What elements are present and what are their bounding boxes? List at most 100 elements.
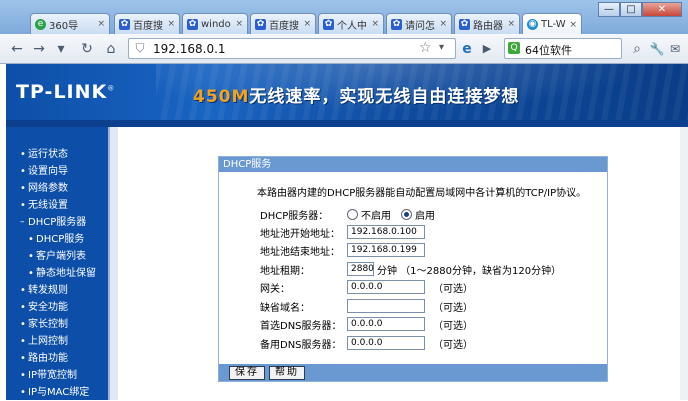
gateway-row: 网关： 0.0.0.0 （可选） (260, 279, 473, 295)
search-input[interactable]: 64位软件 (525, 42, 572, 58)
tab-baidu-search-1[interactable]: ✿ 百度搜 × (114, 13, 180, 34)
dhcp-panel: DHCP服务 本路由器内建的DHCP服务器能自动配置局域网中各计算机的TCP/I… (218, 156, 608, 382)
dns2-input[interactable]: 0.0.0.0 (347, 336, 425, 350)
dns2-row: 备用DNS服务器： 0.0.0.0 （可选） (260, 335, 473, 351)
ie-mode-icon[interactable]: e (458, 40, 476, 58)
menu-item-wireless[interactable]: • 无线设置 (6, 197, 108, 214)
360-icon: e (35, 18, 46, 30)
menu-item-parental-control[interactable]: • 家长控制 (6, 316, 108, 333)
bookmark-star-icon[interactable]: ☆ (419, 40, 432, 56)
tab-tl-wr[interactable]: ◉ TL-W × (522, 13, 582, 35)
panel-intro: 本路由器内建的DHCP服务器能自动配置局域网中各计算机的TCP/IP协议。 (257, 188, 587, 199)
tab-label: 360导 (49, 20, 79, 32)
close-icon[interactable]: × (371, 19, 379, 29)
end-address-input[interactable]: 192.168.0.199 (347, 243, 425, 257)
content-scrollbar[interactable] (680, 127, 688, 400)
radio-disable[interactable] (347, 208, 358, 220)
gateway-label: 网关： (260, 283, 290, 295)
search-engine-icon: Q (508, 42, 520, 54)
menu-item-setup-wizard[interactable]: • 设置向导 (6, 163, 108, 180)
close-icon[interactable]: × (439, 19, 447, 29)
tab-label: 路由器 (473, 20, 503, 32)
dhcp-disable-option[interactable]: 不启用 (347, 207, 391, 222)
start-address-input[interactable]: 192.168.0.100 (347, 225, 425, 239)
menu-item-dhcp-service[interactable]: • DHCP服务 (6, 231, 108, 248)
dhcp-enable-option[interactable]: 启用 (401, 207, 435, 222)
chevron-down-icon[interactable]: ▾ (439, 42, 444, 53)
close-icon[interactable]: × (97, 19, 105, 29)
tab-personal-center[interactable]: ✿ 个人中 × (318, 13, 384, 34)
play-icon[interactable]: ▶ (478, 40, 496, 58)
shield-icon: ⛉ (135, 41, 145, 55)
save-button[interactable]: 保存 (229, 366, 265, 380)
search-box[interactable]: Q 64位软件 (504, 38, 622, 59)
domain-row: 缺省域名： （可选） (260, 298, 473, 314)
domain-input[interactable] (347, 299, 425, 313)
menu-item-forwarding[interactable]: • 转发规则 (6, 282, 108, 299)
menu-item-routing[interactable]: • 路由功能 (6, 350, 108, 367)
close-icon[interactable]: × (167, 19, 175, 29)
dropdown-icon[interactable]: ▾ (52, 40, 70, 58)
lease-hint: 分钟 （1～2880分钟，缺省为120分钟） (377, 265, 562, 277)
gateway-input[interactable]: 0.0.0.0 (347, 280, 425, 294)
forward-icon[interactable]: → (30, 40, 48, 58)
close-icon[interactable]: × (569, 20, 577, 30)
back-icon[interactable]: ← (8, 40, 26, 58)
banner-slogan: 450M无线速率，实现无线自由连接梦想 (193, 87, 520, 107)
tab-question[interactable]: ✿ 请问怎 × (386, 13, 452, 34)
menu-item-client-list[interactable]: • 客户端列表 (6, 248, 108, 265)
close-icon[interactable]: × (303, 19, 311, 29)
lease-input[interactable]: 2880 (347, 262, 374, 276)
frame-gutter (110, 127, 118, 400)
mail-icon[interactable]: ✉ (666, 40, 684, 58)
start-address-row: 地址池开始地址： 192.168.0.100 (260, 224, 425, 240)
domain-label: 缺省域名： (260, 302, 310, 314)
menu-item-bandwidth[interactable]: • IP带宽控制 (6, 367, 108, 384)
minimize-button[interactable]: — (598, 2, 620, 17)
lease-label: 地址租期： (260, 265, 310, 277)
tab-label: 请问怎 (405, 20, 435, 32)
tab-baidu-search-2[interactable]: ✿ 百度搜 × (250, 13, 316, 34)
menu-item-address-reservation[interactable]: • 静态地址保留 (6, 265, 108, 282)
tp-link-logo: TP-LINK® (16, 81, 116, 103)
start-address-label: 地址池开始地址： (260, 228, 340, 240)
baidu-paw-icon: ✿ (119, 18, 130, 30)
menu-item-network[interactable]: • 网络参数 (6, 180, 108, 197)
help-button[interactable]: 帮助 (269, 366, 305, 380)
dns1-label: 首选DNS服务器： (260, 320, 342, 332)
dhcp-label: DHCP服务器： (260, 210, 329, 222)
close-icon[interactable]: × (507, 19, 515, 29)
home-icon[interactable]: ⌂ (102, 40, 120, 58)
address-bar[interactable]: ⛉ 192.168.0.1 ☆ ▾ (128, 38, 456, 59)
menu-item-dhcp-server[interactable]: – DHCP服务器 (6, 214, 108, 231)
baidu-paw-icon: ✿ (391, 18, 402, 30)
panel-button-bar: 保存 帮助 (219, 364, 607, 381)
menu-item-security[interactable]: • 安全功能 (6, 299, 108, 316)
tab-label: windo (201, 18, 231, 30)
router-banner: TP-LINK® 450M无线速率，实现无线自由连接梦想 (6, 64, 688, 120)
panel-title: DHCP服务 (219, 157, 607, 172)
tab-windows[interactable]: ✿ windo × (182, 13, 248, 34)
tools-icon[interactable]: 🔧 (648, 40, 666, 58)
search-icon[interactable]: ⌕ (628, 40, 646, 58)
url-text[interactable]: 192.168.0.1 (153, 42, 226, 56)
window-close-button[interactable]: ✕ (642, 2, 682, 17)
end-address-label: 地址池结束地址： (260, 246, 340, 258)
menu-item-ip-mac-binding[interactable]: • IP与MAC绑定 (6, 384, 108, 401)
menu-item-status[interactable]: • 运行状态 (6, 146, 108, 163)
tab-router[interactable]: ✿ 路由器 × (454, 13, 520, 34)
dns1-input[interactable]: 0.0.0.0 (347, 317, 425, 331)
globe-icon: ◉ (527, 19, 538, 30)
maximize-button[interactable]: □ (620, 2, 642, 17)
tab-label: 个人中 (337, 20, 367, 32)
tab-label: 百度搜 (269, 20, 299, 32)
radio-enable[interactable] (401, 208, 412, 220)
close-icon[interactable]: × (235, 19, 243, 29)
dns2-label: 备用DNS服务器： (260, 339, 342, 351)
baidu-paw-icon: ✿ (187, 18, 198, 30)
router-menu: • 运行状态 • 设置向导 • 网络参数 • 无线设置 – DHCP服务器 • DHCP服务… (6, 146, 108, 401)
tab-360[interactable]: e 360导 × (30, 13, 110, 34)
menu-item-access-control[interactable]: • 上网控制 (6, 333, 108, 350)
dhcp-toggle-row: DHCP服务器： 不启用 启用 (260, 206, 445, 222)
reload-icon[interactable]: ↻ (78, 40, 96, 58)
